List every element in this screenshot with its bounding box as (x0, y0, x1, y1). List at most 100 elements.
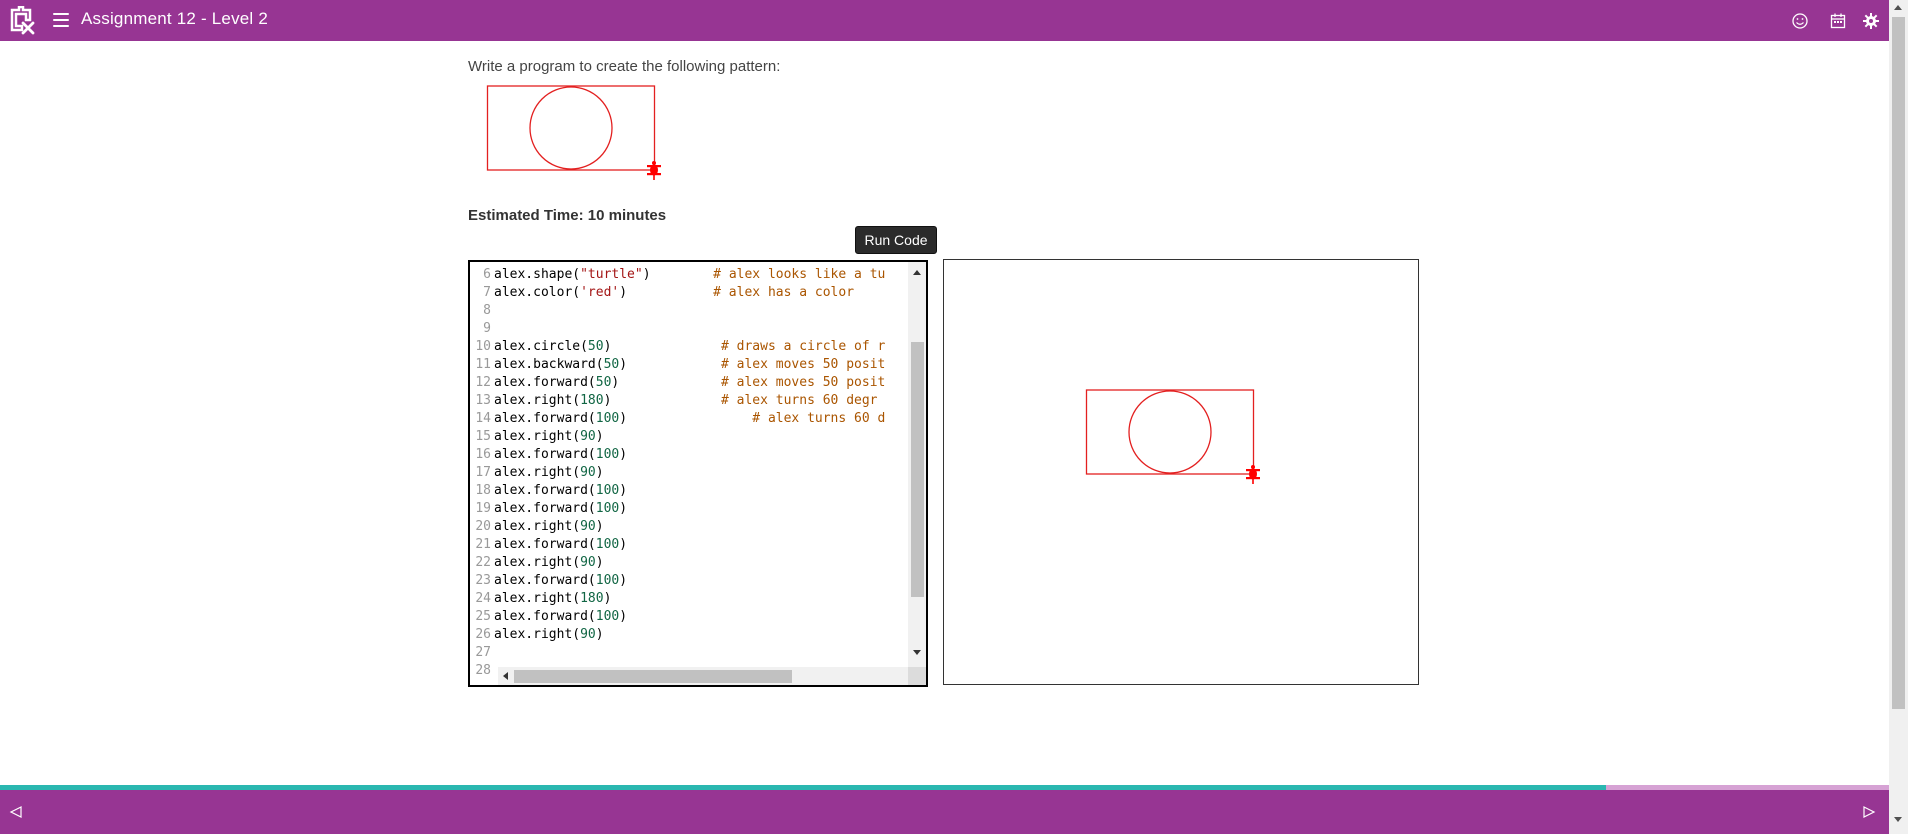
line-code[interactable]: alex.forward(50) # alex moves 50 posit (494, 374, 885, 392)
code-token-code: alex.right( (494, 519, 581, 534)
code-token-code: alex.circle( (494, 339, 588, 354)
line-number: 16 (475, 447, 491, 462)
line-code[interactable]: alex.right(90) (494, 554, 604, 572)
run-code-button[interactable]: Run Code (855, 226, 937, 254)
line-code[interactable]: alex.right(90) (494, 518, 604, 536)
line-number: 22 (475, 555, 491, 570)
code-line[interactable]: 24 alex.right(180) (470, 590, 910, 608)
line-code[interactable]: alex.right(90) (494, 626, 604, 644)
code-line[interactable]: 8 (470, 302, 910, 320)
line-code[interactable]: alex.right(90) (494, 428, 604, 446)
line-number: 10 (475, 339, 491, 354)
code-line[interactable]: 13 alex.right(180) # alex turns 60 degr (470, 392, 910, 410)
line-code[interactable]: alex.circle(50) # draws a circle of r (494, 338, 885, 356)
code-lines[interactable]: 6 alex.shape("turtle") # alex looks like … (470, 266, 910, 680)
page-title: Assignment 12 - Level 2 (81, 9, 268, 28)
line-number: 9 (483, 321, 491, 336)
page-vertical-scrollbar[interactable] (1889, 0, 1908, 834)
next-arrow-icon[interactable] (1862, 805, 1876, 819)
previous-arrow-icon[interactable] (9, 805, 23, 819)
line-code[interactable]: alex.right(180) # alex turns 60 degr (494, 392, 878, 410)
code-token-rest: ) (619, 573, 628, 588)
code-line[interactable]: 20 alex.right(90) (470, 518, 910, 536)
line-code[interactable]: alex.forward(100) (494, 608, 627, 626)
pattern-example-image (486, 85, 661, 180)
line-code[interactable]: alex.forward(100) # alex turns 60 d (494, 410, 885, 428)
code-token-code: alex.right( (494, 465, 581, 480)
hamburger-menu-icon[interactable] (53, 13, 69, 27)
code-line[interactable]: 16 alex.forward(100) (470, 446, 910, 464)
code-token-code: alex.forward( (494, 537, 596, 552)
line-number: 8 (483, 303, 491, 318)
line-number: 26 (475, 627, 491, 642)
editor-scroll-up-icon[interactable] (913, 270, 921, 275)
estimated-time: Estimated Time: 10 minutes (468, 207, 667, 224)
code-token-num: 100 (595, 501, 620, 516)
code-token-num: 50 (587, 339, 604, 354)
code-line[interactable]: 26 alex.right(90) (470, 626, 910, 644)
code-line[interactable]: 9 (470, 320, 910, 338)
code-line[interactable]: 23 alex.forward(100) (470, 572, 910, 590)
editor-scroll-down-icon[interactable] (913, 650, 921, 655)
code-token-rest: ) (619, 357, 628, 372)
line-code[interactable]: alex.forward(100) (494, 446, 627, 464)
code-token-num: 100 (595, 483, 620, 498)
code-token-code: alex.right( (494, 429, 581, 444)
code-line[interactable]: 21 alex.forward(100) (470, 536, 910, 554)
top-header-bar: Assignment 12 - Level 2 (0, 0, 1889, 41)
editor-vertical-thumb[interactable] (911, 342, 924, 597)
code-token-code: alex.color( (494, 285, 581, 300)
code-token-comment: # alex looks like a tu (650, 267, 886, 282)
line-number: 7 (483, 285, 491, 300)
code-line[interactable]: 14 alex.forward(100) # alex turns 60 d (470, 410, 910, 428)
code-token-num: 100 (595, 573, 620, 588)
editor-horizontal-thumb[interactable] (514, 670, 792, 683)
editor-scroll-left-icon[interactable] (503, 672, 508, 680)
editor-scroll-corner (908, 667, 926, 685)
code-line[interactable]: 10 alex.circle(50) # draws a circle of r (470, 338, 910, 356)
code-line[interactable]: 11 alex.backward(50) # alex moves 50 posi… (470, 356, 910, 374)
code-line[interactable]: 12 alex.forward(50) # alex moves 50 posit (470, 374, 910, 392)
line-code[interactable]: alex.forward(100) (494, 572, 627, 590)
line-code[interactable]: alex.forward(100) (494, 536, 627, 554)
line-code[interactable]: alex.forward(100) (494, 482, 627, 500)
line-code[interactable]: alex.right(180) (494, 590, 611, 608)
calendar-icon[interactable] (1829, 12, 1847, 30)
line-number: 19 (475, 501, 491, 516)
code-line[interactable]: 19 alex.forward(100) (470, 500, 910, 518)
code-line[interactable]: 27 (470, 644, 910, 662)
line-code[interactable]: alex.shape("turtle") # alex looks like a… (494, 266, 885, 284)
line-code[interactable]: alex.backward(50) # alex moves 50 posit (494, 356, 885, 374)
line-number: 21 (475, 537, 491, 552)
code-token-rest: ) (595, 555, 604, 570)
code-line[interactable]: 18 alex.forward(100) (470, 482, 910, 500)
editor-vertical-scrollbar[interactable] (908, 262, 926, 667)
line-code[interactable]: alex.right(90) (494, 464, 604, 482)
smiley-icon[interactable] (1791, 12, 1809, 30)
code-token-num: 90 (580, 519, 596, 534)
code-line[interactable]: 6 alex.shape("turtle") # alex looks like … (470, 266, 910, 284)
code-line[interactable]: 22 alex.right(90) (470, 554, 910, 572)
scrollbar-thumb[interactable] (1892, 17, 1905, 709)
code-line[interactable]: 17 alex.right(90) (470, 464, 910, 482)
code-line[interactable]: 7 alex.color('red') # alex has a color (470, 284, 910, 302)
line-code[interactable]: alex.color('red') # alex has a color (494, 284, 854, 302)
code-token-rest: ) (619, 285, 628, 300)
turtle-output-canvas (943, 259, 1419, 685)
line-code[interactable]: alex.forward(100) (494, 500, 627, 518)
editor-horizontal-scrollbar[interactable] (498, 667, 926, 685)
scroll-up-arrow-icon[interactable] (1894, 5, 1902, 10)
code-token-str: "turtle" (580, 267, 643, 282)
settings-gear-icon[interactable] (1862, 12, 1880, 30)
line-number: 20 (475, 519, 491, 534)
code-token-rest: ) (642, 267, 651, 282)
code-line[interactable]: 15 alex.right(90) (470, 428, 910, 446)
code-token-code: alex.forward( (494, 375, 596, 390)
code-token-rest: ) (595, 519, 604, 534)
code-line[interactable]: 25 alex.forward(100) (470, 608, 910, 626)
scroll-down-arrow-icon[interactable] (1894, 817, 1902, 822)
code-token-num: 180 (580, 591, 604, 606)
logo-icon[interactable] (6, 6, 36, 36)
code-editor[interactable]: 6 alex.shape("turtle") # alex looks like … (468, 260, 928, 687)
code-token-rest: ) (603, 591, 612, 606)
